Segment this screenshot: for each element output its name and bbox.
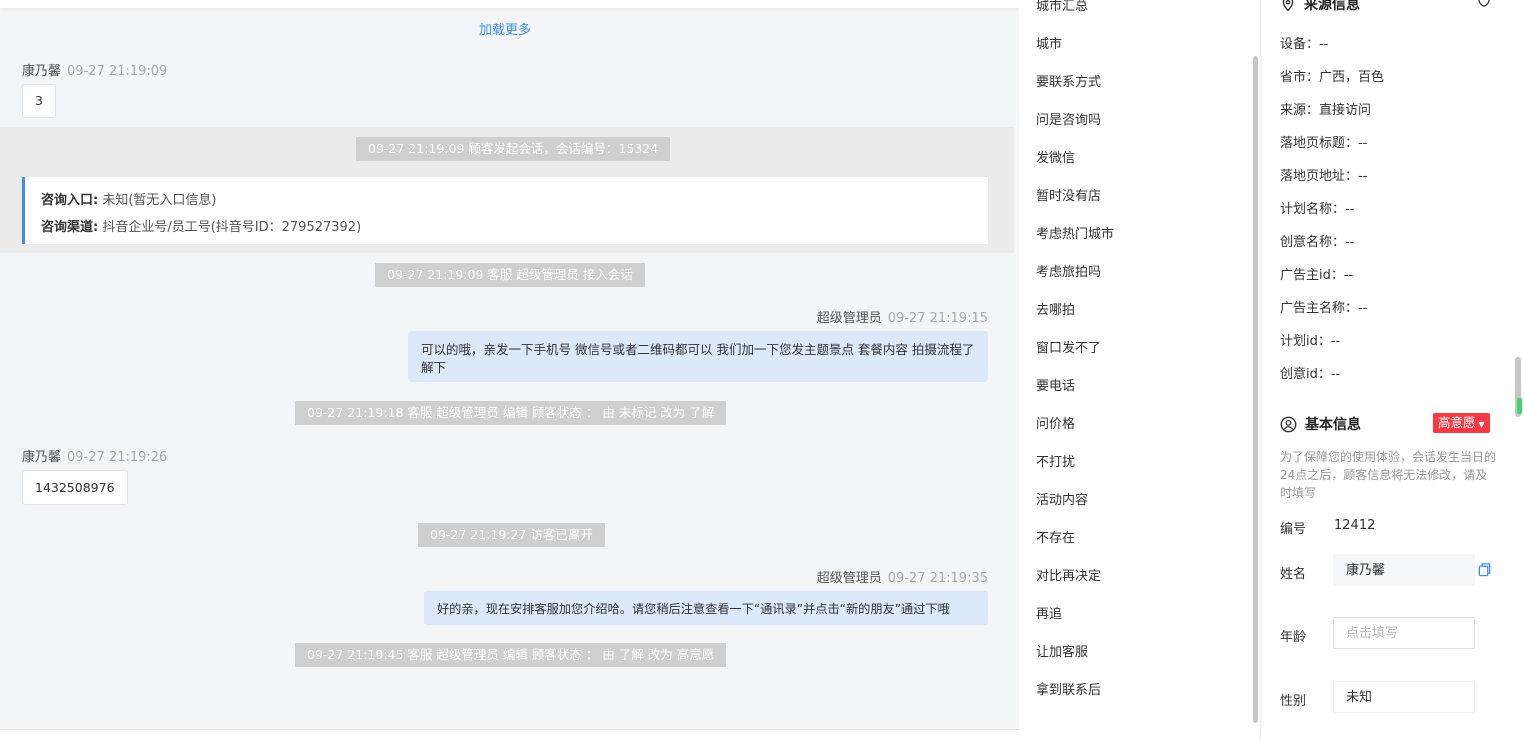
quick-reply-list: 城市汇总 城市 要联系方式 问是咨询吗 发微信 暂时没有店 考虑热门城市 考虑旅…	[1019, 0, 1261, 741]
source-creative-name: 创意名称：--	[1280, 235, 1355, 250]
message-header: 康乃馨 09-27 21:19:26	[22, 446, 167, 465]
gender-label: 性别	[1280, 694, 1307, 709]
quick-reply-item[interactable]: 活动内容	[1036, 489, 1088, 508]
quick-reply-item[interactable]: 发微信	[1036, 147, 1075, 166]
load-more-link[interactable]: 加载更多	[0, 19, 1010, 38]
quick-reply-item[interactable]: 问是咨询吗	[1036, 109, 1101, 128]
quick-reply-item[interactable]: 考虑旅拍吗	[1036, 261, 1101, 280]
incoming-message-bubble: 1432508976	[22, 470, 128, 505]
chat-input-bar[interactable]	[0, 729, 1019, 741]
chat-top-bar	[0, 0, 1019, 8]
incoming-message-bubble: 3	[22, 84, 56, 118]
system-message: 09-27 21:19:09 顾客发起会话，会话编号：15324	[356, 137, 671, 161]
copy-icon[interactable]	[1477, 562, 1492, 577]
quick-reply-item[interactable]: 城市	[1036, 33, 1062, 52]
outgoing-message-bubble: 可以的哦，亲发一下手机号 微信号或者二维码都可以 我们加一下您发主题景点 套餐内…	[408, 331, 988, 382]
system-message: 09-27 21:19:18 客服 超级管理员 编辑 顾客状态 ： 由 未标记 …	[295, 401, 727, 425]
sender-name: 康乃馨	[22, 64, 62, 79]
chat-pane: 加载更多 康乃馨 09-27 21:19:09 3 09-27 21:19:09 …	[0, 0, 1019, 741]
age-label: 年龄	[1280, 630, 1307, 645]
basic-info-title: 基本信息	[1305, 417, 1361, 433]
consult-entry-row: 咨询入口: 未知(暂无入口信息)	[41, 187, 972, 214]
consult-entry-label: 咨询入口:	[41, 193, 99, 208]
location-pin-icon	[1282, 0, 1294, 12]
source-plan-name: 计划名称：--	[1280, 202, 1355, 217]
name-label: 姓名	[1280, 567, 1307, 582]
sender-name: 超级管理员	[816, 311, 882, 326]
customer-info-panel: 来源信息 设备：-- 省市：广西，百色 来源：直接访问 落地页标题：-- 落地页…	[1262, 0, 1524, 741]
quick-reply-item[interactable]: 窗口发不了	[1036, 337, 1101, 356]
system-message: 09-27 21:19:45 客服 超级管理员 编辑 顾客状态 ： 由 了解 改…	[295, 643, 727, 667]
message-time: 09-27 21:19:15	[887, 311, 988, 326]
consult-channel-row: 咨询渠道: 抖音企业号/员工号(抖音号ID：279527392)	[41, 214, 972, 241]
quick-reply-item[interactable]: 暂时没有店	[1036, 185, 1101, 204]
intent-level-dropdown[interactable]: 高意愿 ▼	[1433, 413, 1490, 433]
quick-reply-item[interactable]: 要联系方式	[1036, 71, 1101, 90]
source-landing-title: 落地页标题：--	[1280, 136, 1368, 151]
consult-channel-label: 咨询渠道:	[41, 220, 99, 235]
sender-name: 康乃馨	[22, 450, 62, 465]
quick-reply-item[interactable]: 对比再决定	[1036, 565, 1101, 584]
message-header: 康乃馨 09-27 21:19:09	[22, 60, 167, 79]
name-field[interactable]: 康乃馨	[1333, 554, 1475, 586]
quick-reply-item[interactable]: 让加客服	[1036, 641, 1088, 660]
quick-reply-item[interactable]: 去哪拍	[1036, 299, 1075, 318]
quick-reply-item[interactable]: 问价格	[1036, 413, 1075, 432]
quick-reply-item[interactable]: 要电话	[1036, 375, 1075, 394]
app-window: 加载更多 康乃馨 09-27 21:19:09 3 09-27 21:19:09 …	[0, 0, 1524, 741]
quick-reply-item[interactable]: 拿到联系后	[1036, 679, 1101, 698]
basic-info-header: 基本信息	[1280, 414, 1361, 434]
source-advertiser-name: 广告主名称：--	[1280, 301, 1368, 316]
message-header: 超级管理员 09-27 21:19:35	[817, 567, 988, 586]
edit-deadline-note: 为了保障您的使用体验，会话发生当日的24点之后，顾客信息将无法修改，请及时填写	[1280, 450, 1497, 500]
outgoing-message-bubble: 好的亲，现在安排客服加您介绍哈。请您稍后注意查看一下“通讯录”并点击“新的朋友”…	[424, 591, 988, 625]
source-info-title: 来源信息	[1304, 0, 1360, 13]
consult-channel-value: 抖音企业号/员工号(抖音号ID：279527392)	[102, 220, 362, 235]
quick-reply-item[interactable]: 城市汇总	[1036, 0, 1088, 14]
gender-select[interactable]: 未知	[1333, 681, 1475, 713]
source-advertiser-id: 广告主id：--	[1280, 268, 1354, 283]
quick-reply-item[interactable]: 再追	[1036, 603, 1062, 622]
quick-reply-scrollbar[interactable]	[1253, 56, 1258, 723]
message-time: 09-27 21:19:09	[67, 64, 168, 79]
source-creative-id: 创意id：--	[1280, 367, 1341, 382]
scroll-indicator	[1517, 398, 1522, 414]
message-header: 超级管理员 09-27 21:19:15	[817, 307, 988, 326]
id-label: 编号	[1280, 522, 1307, 537]
quick-reply-item[interactable]: 考虑热门城市	[1036, 223, 1114, 242]
consult-info-card: 咨询入口: 未知(暂无入口信息) 咨询渠道: 抖音企业号/员工号(抖音号ID：2…	[22, 177, 988, 244]
quick-reply-item[interactable]: 不打扰	[1036, 451, 1075, 470]
source-landing-url: 落地页地址：--	[1280, 169, 1368, 184]
source-device: 设备：--	[1280, 37, 1329, 52]
system-message: 09-27 21:19:09 客服 超级管理员 接入会话	[375, 263, 645, 287]
source-province-city: 省市：广西，百色	[1280, 70, 1385, 85]
source-info-header: 来源信息	[1280, 0, 1360, 14]
system-message: 09-27 21:19:27 访客已离开	[418, 523, 605, 547]
quick-reply-item[interactable]: 不存在	[1036, 527, 1075, 546]
age-input[interactable]: 点击填写	[1333, 617, 1475, 649]
id-value: 12412	[1334, 518, 1376, 533]
consult-entry-value: 未知(暂无入口信息)	[102, 193, 217, 208]
user-circle-icon	[1280, 416, 1297, 432]
shield-icon[interactable]	[1476, 0, 1492, 8]
source-channel: 来源：直接访问	[1280, 103, 1372, 118]
message-time: 09-27 21:19:35	[887, 571, 988, 586]
source-plan-id: 计划id：--	[1280, 334, 1341, 349]
caret-down-icon: ▼	[1478, 420, 1485, 429]
message-time: 09-27 21:19:26	[67, 450, 168, 465]
sender-name: 超级管理员	[816, 571, 882, 586]
intent-level-label: 高意愿	[1438, 415, 1476, 430]
